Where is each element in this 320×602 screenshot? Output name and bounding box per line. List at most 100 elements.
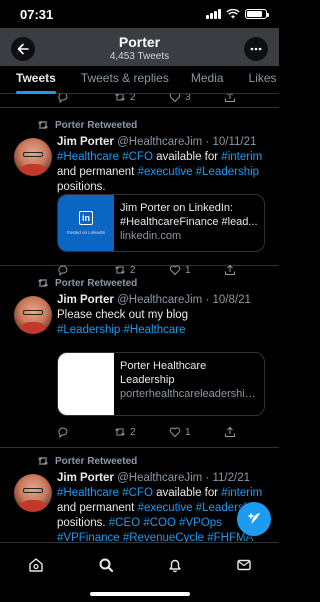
- card-domain: porterhealthcareleadership...: [120, 388, 258, 400]
- tweet-text: #Healthcare #CFO available for #interim …: [57, 150, 267, 195]
- hashtag-link[interactable]: #VPFinance: [57, 532, 120, 542]
- hashtag-link[interactable]: #Leadership: [57, 324, 120, 336]
- reply-action[interactable]: [57, 94, 114, 103]
- tweet[interactable]: Porter Retweeted Jim Porter @HealthcareJ…: [0, 108, 279, 276]
- nav-notifications[interactable]: [165, 555, 185, 575]
- back-arrow-icon: [17, 43, 29, 55]
- retweet-action[interactable]: 2: [114, 94, 169, 103]
- tweet-count: 4,453 Tweets: [109, 51, 170, 62]
- avatar[interactable]: [14, 296, 52, 334]
- tweet-text-segment: positions.: [57, 181, 106, 193]
- reply-icon: [58, 94, 68, 103]
- like-action[interactable]: 1: [169, 426, 224, 438]
- tweet-text: Please check out my blog #Leadership #He…: [57, 308, 267, 338]
- author-handle: @HealthcareJim: [117, 472, 203, 484]
- hashtag-link[interactable]: #CEO: [109, 517, 140, 529]
- retweet-icon: [38, 279, 48, 287]
- profile-name: Porter: [118, 34, 161, 50]
- retweet-action[interactable]: 2: [114, 426, 169, 438]
- retweet-count: 2: [130, 94, 136, 103]
- tab-likes[interactable]: Likes: [249, 66, 277, 93]
- compose-tweet-button[interactable]: [237, 502, 271, 536]
- retweet-label: Porter Retweeted: [55, 119, 138, 131]
- author-handle: @HealthcareJim: [117, 136, 203, 148]
- card-title: Porter Healthcare Leadership: [120, 360, 207, 386]
- card-title: Jim Porter on LinkedIn: #HealthcareFinan…: [120, 202, 258, 228]
- tweet-meta: Jim Porter @HealthcareJim · 10/8/21: [57, 293, 267, 308]
- wifi-icon: [226, 9, 240, 19]
- hashtag-link[interactable]: #executive: [138, 166, 193, 178]
- retweet-count: 2: [130, 426, 136, 438]
- heart-icon: [169, 427, 181, 438]
- hashtag-link[interactable]: #executive: [138, 502, 193, 514]
- hashtag-link[interactable]: #Healthcare: [57, 151, 119, 163]
- avatar[interactable]: [14, 474, 52, 512]
- tweet[interactable]: Porter Retweeted Jim Porter @HealthcareJ…: [0, 270, 279, 448]
- retweet-icon: [38, 457, 48, 465]
- tweet[interactable]: Porter Retweeted Jim Porter @HealthcareJ…: [0, 448, 279, 542]
- retweet-indicator: Porter Retweeted: [37, 119, 137, 131]
- tweet-meta: Jim Porter @HealthcareJim · 11/2/21: [57, 471, 267, 486]
- hashtag-link[interactable]: #interim: [221, 487, 262, 499]
- share-icon: [225, 94, 235, 102]
- author-name[interactable]: Jim Porter: [57, 136, 114, 148]
- tab-tweets-replies[interactable]: Tweets & replies: [81, 66, 169, 93]
- home-icon: [29, 558, 43, 572]
- share-action[interactable]: [224, 426, 236, 438]
- profile-header: Porter 4,453 Tweets: [0, 28, 279, 66]
- hashtag-link[interactable]: #interim: [221, 151, 262, 163]
- tweet-date: · 10/8/21: [205, 294, 251, 306]
- back-button[interactable]: [11, 37, 35, 61]
- tab-tweets[interactable]: Tweets: [16, 66, 56, 94]
- hashtag-link[interactable]: #Leadership: [196, 166, 259, 178]
- more-options-button[interactable]: [244, 37, 268, 61]
- hashtag-link[interactable]: #COO: [143, 517, 176, 529]
- tweet-text-segment: Please check out my blog: [57, 309, 189, 321]
- card-domain: linkedin.com: [120, 230, 182, 242]
- share-action[interactable]: [224, 94, 236, 103]
- hashtag-link[interactable]: #Healthcare: [124, 324, 186, 336]
- status-icons: [206, 9, 269, 19]
- tweet-meta: Jim Porter @HealthcareJim · 10/11/21: [57, 135, 267, 150]
- retweet-icon: [38, 121, 48, 129]
- profile-tabs: Tweets Tweets & replies Media Likes: [0, 66, 279, 94]
- tab-media[interactable]: Media: [191, 66, 224, 93]
- nav-home[interactable]: [26, 555, 46, 575]
- more-dots-icon: [250, 47, 262, 51]
- hashtag-link[interactable]: #Healthcare: [57, 487, 119, 499]
- tweet-text-segment: and permanent: [57, 502, 138, 514]
- heart-icon: [169, 94, 181, 103]
- link-card[interactable]: in Posted on LinkedIn Jim Porter on Link…: [57, 194, 265, 252]
- avatar[interactable]: [14, 138, 52, 176]
- like-action[interactable]: 3: [169, 94, 224, 103]
- like-count: 3: [185, 94, 191, 103]
- hashtag-link[interactable]: #RevenueCycle: [123, 532, 204, 542]
- compose-tweet-icon: [248, 513, 260, 524]
- signal-icon: [206, 9, 221, 19]
- tweet-feed[interactable]: 2 3 Porter Retweeted Jim Porter @Healthc…: [0, 94, 279, 542]
- author-name[interactable]: Jim Porter: [57, 472, 114, 484]
- author-name[interactable]: Jim Porter: [57, 294, 114, 306]
- nav-search[interactable]: [96, 555, 116, 575]
- like-count: 1: [185, 426, 191, 438]
- partial-tweet-actions: 2 3: [57, 94, 267, 104]
- tweet-text: #Healthcare #CFO available for #interim …: [57, 486, 267, 542]
- hashtag-link[interactable]: #VPOps: [179, 517, 222, 529]
- reply-action[interactable]: [57, 426, 114, 438]
- reply-icon: [58, 427, 68, 438]
- link-card[interactable]: Porter Healthcare Leadership porterhealt…: [57, 352, 265, 416]
- notifications-icon: [169, 559, 181, 573]
- retweet-icon: [115, 428, 125, 436]
- hashtag-link[interactable]: #CFO: [122, 487, 153, 499]
- tweet-text-segment: available for: [152, 151, 222, 163]
- nav-messages[interactable]: [234, 555, 254, 575]
- status-time: 07:31: [20, 6, 54, 22]
- tweet-date: · 11/2/21: [205, 472, 251, 484]
- retweet-label: Porter Retweeted: [55, 277, 138, 289]
- bottom-navigation: [0, 542, 279, 602]
- tweet-date: · 10/11/21: [205, 136, 257, 148]
- author-handle: @HealthcareJim: [117, 294, 203, 306]
- hashtag-link[interactable]: #CFO: [122, 151, 153, 163]
- retweet-indicator: Porter Retweeted: [37, 277, 137, 289]
- search-icon: [99, 558, 114, 573]
